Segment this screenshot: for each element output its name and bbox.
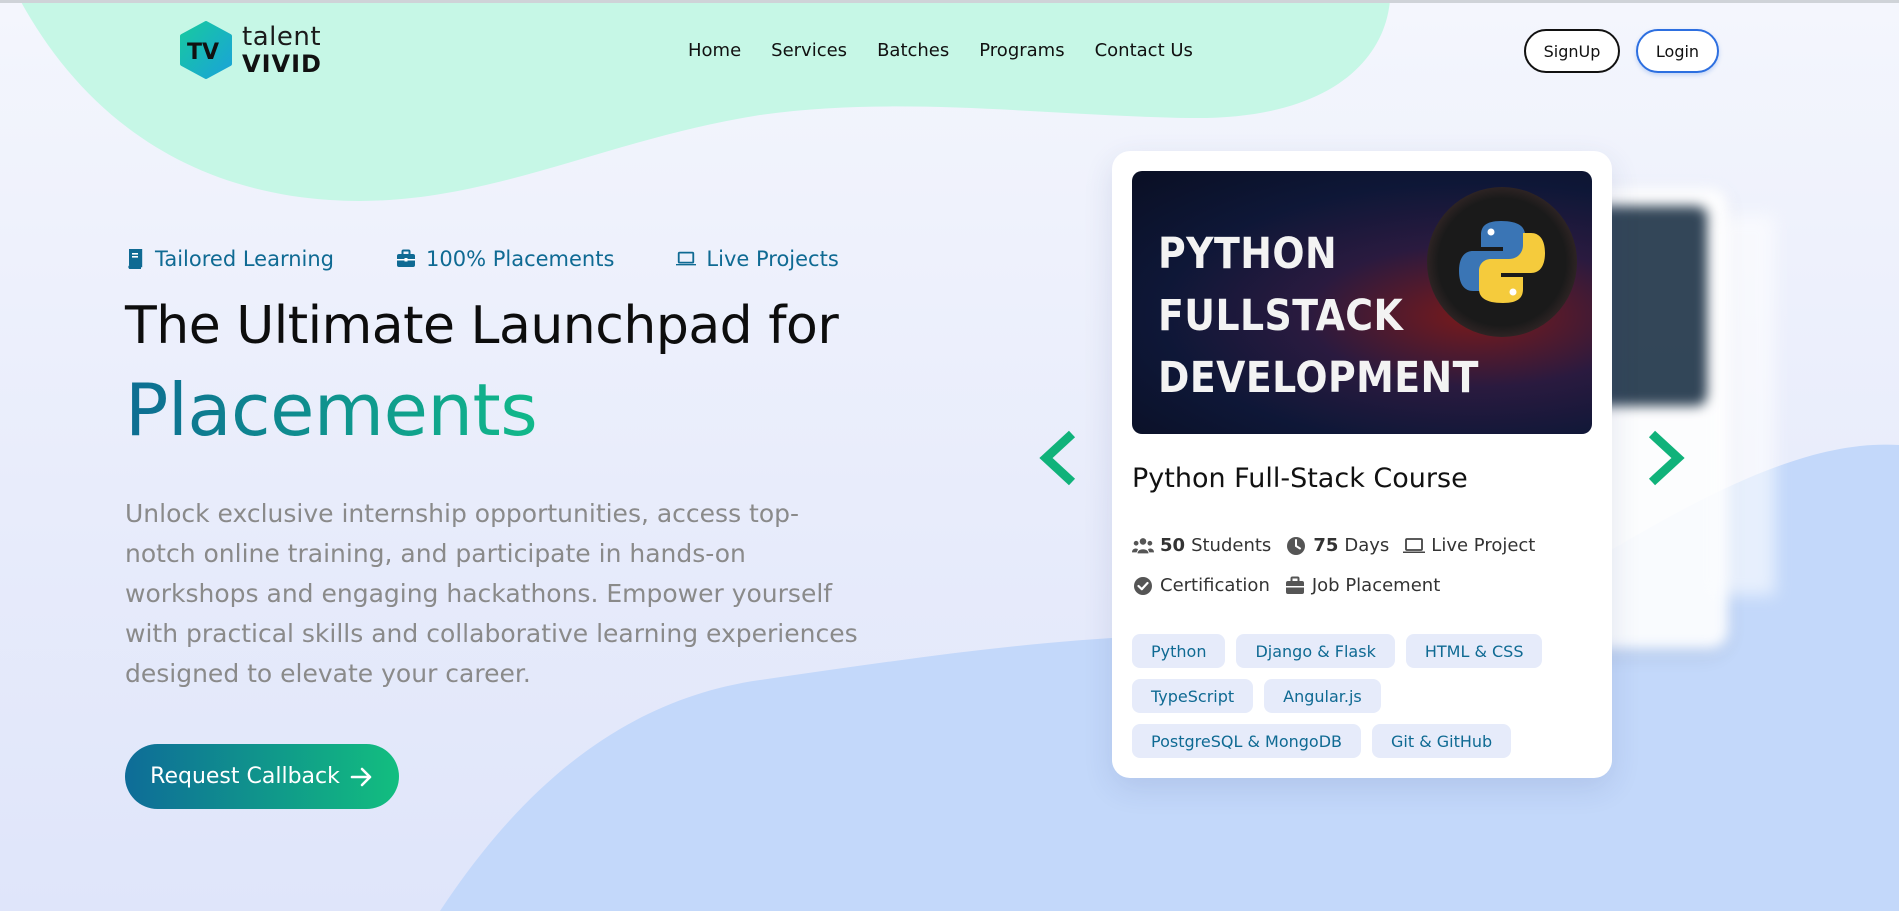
skill-tag: Git & GitHub [1372, 724, 1512, 758]
feature-label: Live Projects [706, 247, 839, 271]
carousel-next-button[interactable] [1646, 430, 1686, 486]
hero-accent-word: Placements [125, 368, 538, 452]
check-circle-icon [1134, 576, 1152, 595]
svg-text:TV: TV [187, 40, 219, 65]
certification-meta: Certification [1132, 575, 1270, 596]
feature-live-projects: Live Projects [676, 247, 839, 271]
feature-tailored-learning: Tailored Learning [125, 247, 334, 271]
course-card[interactable]: PYTHON FULLSTACK DEVELOPMENT Python Full… [1112, 151, 1612, 778]
logo[interactable]: TV talent VIVID [178, 21, 322, 79]
feature-placements: 100% Placements [396, 247, 614, 271]
skill-tag: Python [1132, 634, 1226, 668]
course-meta-row: 50 Students 75 Days Live Project [1132, 535, 1535, 556]
logo-mark-icon: TV [180, 21, 232, 79]
project-meta: Live Project [1403, 535, 1535, 556]
skill-tag: PostgreSQL & MongoDB [1132, 724, 1361, 758]
skill-tag: Django & Flask [1236, 634, 1395, 668]
placement-meta: Job Placement [1284, 575, 1440, 596]
duration-meta: 75 Days [1285, 535, 1389, 556]
chevron-left-icon [1039, 430, 1076, 486]
carousel-prev-button[interactable] [1038, 430, 1078, 486]
cta-label: Request Callback [150, 764, 340, 789]
course-meta-row: Certification Job Placement [1132, 575, 1440, 596]
nav-batches[interactable]: Batches [877, 40, 949, 61]
further-course-card-preview [1715, 215, 1775, 595]
signup-button[interactable]: SignUp [1524, 29, 1620, 73]
nav-services[interactable]: Services [771, 40, 847, 61]
login-button[interactable]: Login [1636, 29, 1719, 73]
course-title: Python Full-Stack Course [1132, 463, 1468, 494]
hero-headline: The Ultimate Launchpad for [125, 296, 839, 356]
feature-highlights: Tailored Learning 100% Placements Live P… [125, 247, 839, 271]
chevron-right-icon [1648, 430, 1685, 486]
users-icon [1132, 537, 1154, 553]
main-nav: Home Services Batches Programs Contact U… [688, 40, 1193, 61]
placement-label: Job Placement [1311, 575, 1441, 596]
nav-contact-us[interactable]: Contact Us [1095, 40, 1193, 61]
skill-tags: Python Django & Flask HTML & CSS TypeScr… [1132, 634, 1572, 758]
students-meta: 50 Students [1132, 535, 1271, 556]
logo-text-bottom: VIVID [242, 50, 322, 78]
laptop-icon [676, 251, 697, 266]
briefcase-icon [1285, 576, 1304, 594]
project-label: Live Project [1431, 535, 1536, 556]
students-label: Students [1191, 535, 1272, 556]
header: TV talent VIVID Home Services Batches Pr… [0, 0, 1899, 100]
course-image: PYTHON FULLSTACK DEVELOPMENT [1132, 171, 1592, 434]
arrow-right-icon [350, 767, 372, 786]
skill-tag: TypeScript [1132, 679, 1254, 713]
certification-label: Certification [1160, 575, 1270, 596]
feature-label: 100% Placements [426, 247, 615, 271]
request-callback-button[interactable]: Request Callback [125, 744, 399, 809]
nav-programs[interactable]: Programs [979, 40, 1064, 61]
briefcase-icon [397, 249, 416, 267]
course-image-title: PYTHON FULLSTACK DEVELOPMENT [1158, 229, 1479, 403]
days-count: 75 [1313, 535, 1339, 556]
days-label: Days [1344, 535, 1390, 556]
nav-home[interactable]: Home [688, 40, 741, 61]
book-icon [128, 249, 143, 269]
students-count: 50 [1160, 535, 1186, 556]
skill-tag: Angular.js [1264, 679, 1381, 713]
feature-label: Tailored Learning [155, 247, 335, 271]
skill-tag: HTML & CSS [1405, 634, 1543, 668]
hero-description: Unlock exclusive internship opportunitie… [125, 499, 858, 688]
logo-text-top: talent [242, 22, 322, 52]
clock-icon [1287, 536, 1306, 555]
laptop-icon [1403, 537, 1426, 553]
